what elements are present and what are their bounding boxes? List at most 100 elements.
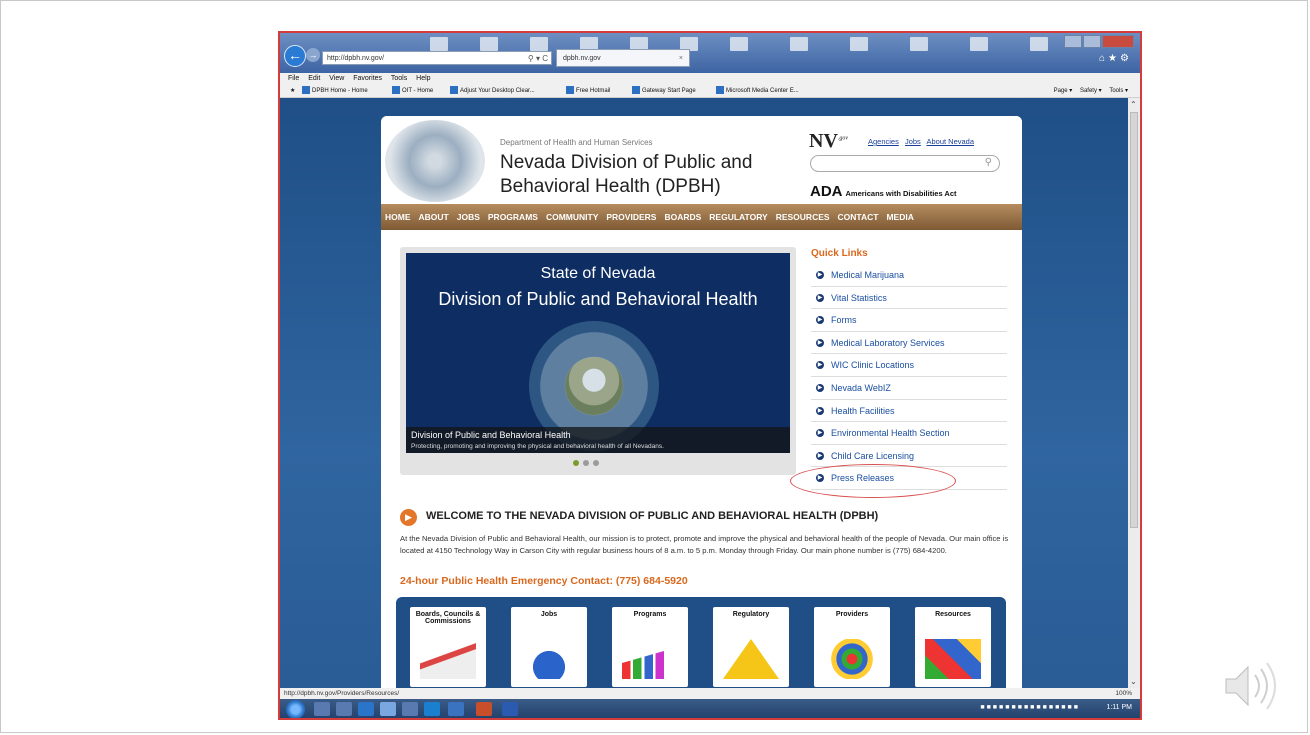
taskbar-app-icon[interactable] (314, 702, 330, 716)
box-boards[interactable]: Boards, Councils & Commissions (410, 607, 486, 687)
menu-file[interactable]: File (288, 75, 299, 82)
welcome-body: At the Nevada Division of Public and Beh… (400, 534, 1009, 555)
taskbar-app-icon[interactable] (448, 702, 464, 716)
ada-logo[interactable]: ADA Americans with Disabilities Act (810, 183, 957, 200)
taskbar-powerpoint-icon[interactable] (476, 702, 492, 716)
slider-dot[interactable] (583, 460, 589, 466)
bullet-arrow-icon: ▶ (816, 383, 824, 392)
quick-link-child-care-licensing[interactable]: ▶ Child Care Licensing (811, 445, 1007, 468)
nav-media[interactable]: MEDIA (882, 212, 917, 222)
link-jobs[interactable]: Jobs (905, 137, 921, 146)
taskbar-ie-icon[interactable] (380, 702, 396, 716)
favorite-link[interactable]: Adjust Your Desktop Clear... (450, 84, 535, 98)
taskbar-word-icon[interactable] (502, 702, 518, 716)
box-jobs[interactable]: Jobs (511, 607, 587, 687)
address-bar[interactable]: http://dpbh.nv.gov/ ⚲ ▾ C (322, 51, 552, 65)
taskbar-app-icon[interactable] (358, 702, 374, 716)
quick-link-item[interactable]: ▶ Vital Statistics (811, 287, 1007, 310)
box-providers[interactable]: Providers (814, 607, 890, 687)
slide-line1: State of Nevada (540, 265, 656, 282)
taskbar-app-icon[interactable] (402, 702, 418, 716)
quick-link-item[interactable]: ▶ WIC Clinic Locations (811, 354, 1007, 377)
nav-community[interactable]: COMMUNITY (542, 212, 602, 222)
menu-help[interactable]: Help (416, 75, 430, 82)
maximize-button[interactable] (1083, 35, 1101, 48)
speaker-icon[interactable] (1222, 657, 1278, 715)
box-programs[interactable]: Programs (612, 607, 688, 687)
browser-tab[interactable]: dpbh.nv.gov × (556, 49, 690, 67)
image-slider: State of Nevada Division of Public and B… (400, 247, 796, 475)
command-tools[interactable]: Tools ▾ (1109, 88, 1128, 94)
site-title-line1: Nevada Division of Public and (500, 152, 753, 173)
vertical-scrollbar[interactable]: ⌃ ⌄ (1128, 98, 1140, 688)
close-button[interactable] (1102, 35, 1134, 48)
scroll-down-icon[interactable]: ⌄ (1130, 677, 1137, 686)
command-page[interactable]: Page ▾ (1054, 88, 1073, 94)
nav-programs[interactable]: PROGRAMS (484, 212, 542, 222)
favorite-link[interactable]: Microsoft Media Center E... (716, 84, 799, 98)
command-bar: Page ▾ Safety ▾ Tools ▾ (1048, 84, 1128, 98)
link-agencies[interactable]: Agencies (868, 137, 899, 146)
bullet-arrow-icon: ▶ (816, 271, 824, 279)
nav-jobs[interactable]: JOBS (453, 212, 484, 222)
nav-home[interactable]: HOME (381, 212, 415, 222)
taskbar-app-icon[interactable] (424, 702, 440, 716)
nv-gov-logo[interactable]: NV.gov (809, 130, 848, 153)
favorite-link[interactable]: Gateway Start Page (632, 84, 696, 98)
menu-tools[interactable]: Tools (391, 75, 407, 82)
home-star-gear-icons[interactable]: ⌂★⚙ (1099, 53, 1132, 64)
quick-link-item[interactable]: ▶ Health Facilities (811, 400, 1007, 423)
menu-view[interactable]: View (329, 75, 344, 82)
caption-text: Protecting, promoting and improving the … (411, 443, 664, 450)
bullet-arrow-icon: ▶ (816, 293, 824, 302)
taskbar: ■■■■■■■■■■■■■■■■ 1:11 PM (280, 699, 1140, 718)
search-icon[interactable]: ⚲ (985, 157, 992, 168)
feature-boxes: Boards, Councils & Commissions Jobs Prog… (396, 597, 1006, 688)
start-orb-icon[interactable] (286, 700, 305, 718)
nav-contact[interactable]: CONTACT (834, 212, 883, 222)
slide-line2: Division of Public and Behavioral Health (438, 289, 758, 309)
minimize-button[interactable] (1064, 35, 1082, 48)
caption-title: Division of Public and Behavioral Health (411, 430, 571, 440)
nav-resources[interactable]: RESOURCES (772, 212, 834, 222)
slider-dot[interactable] (573, 460, 579, 466)
status-bar: http://dpbh.nv.gov/Providers/Resources/ … (280, 688, 1140, 699)
favorite-link[interactable]: Free Hotmail (566, 84, 610, 98)
nav-providers[interactable]: PROVIDERS (602, 212, 660, 222)
slide[interactable]: State of Nevada Division of Public and B… (406, 253, 790, 453)
favorite-link[interactable]: OIT - Home (392, 84, 433, 98)
link-about-nevada[interactable]: About Nevada (926, 137, 974, 146)
bullet-arrow-icon: ▶ (816, 338, 824, 347)
dept-name: Department of Health and Human Services (500, 138, 653, 147)
site-search-input[interactable]: ⚲ (810, 155, 1000, 172)
quick-link-item[interactable]: ▶ Environmental Health Section (811, 422, 1007, 445)
quick-link-item[interactable]: ▶ Medical Marijuana (811, 264, 1007, 287)
favorites-star-icon[interactable]: ★ (290, 84, 295, 98)
menu-edit[interactable]: Edit (308, 75, 320, 82)
zoom-level[interactable]: 100% (1115, 688, 1132, 699)
menu-favorites[interactable]: Favorites (353, 75, 382, 82)
box-regulatory[interactable]: Regulatory (713, 607, 789, 687)
quick-link-item[interactable]: ▶ Nevada WebIZ (811, 377, 1007, 400)
box-resources[interactable]: Resources (915, 607, 991, 687)
nav-boards[interactable]: BOARDS (660, 212, 705, 222)
nav-regulatory[interactable]: REGULATORY (705, 212, 771, 222)
command-safety[interactable]: Safety ▾ (1080, 88, 1102, 94)
quick-links-heading: Quick Links (811, 248, 868, 259)
quick-link-item[interactable]: ▶ Medical Laboratory Services (811, 332, 1007, 355)
scroll-up-icon[interactable]: ⌃ (1130, 100, 1137, 109)
taskbar-app-icon[interactable] (336, 702, 352, 716)
slider-dot[interactable] (593, 460, 599, 466)
forward-arrow-icon[interactable]: → (306, 48, 320, 62)
status-url: http://dpbh.nv.gov/Providers/Resources/ (284, 690, 400, 697)
menu-bar: File Edit View Favorites Tools Help (280, 73, 1140, 84)
favorite-link[interactable]: DPBH Home - Home (302, 84, 368, 98)
slide-caption: Division of Public and Behavioral Health… (406, 427, 790, 453)
scroll-thumb[interactable] (1130, 112, 1138, 528)
tab-close-icon[interactable]: × (679, 50, 683, 68)
address-search-icon[interactable]: ⚲ ▾ C (528, 52, 548, 66)
nav-about[interactable]: ABOUT (415, 212, 453, 222)
back-arrow-icon[interactable]: ← (284, 45, 306, 67)
system-tray-icons[interactable]: ■■■■■■■■■■■■■■■■ (980, 704, 1080, 711)
quick-link-item[interactable]: ▶ Forms (811, 309, 1007, 332)
